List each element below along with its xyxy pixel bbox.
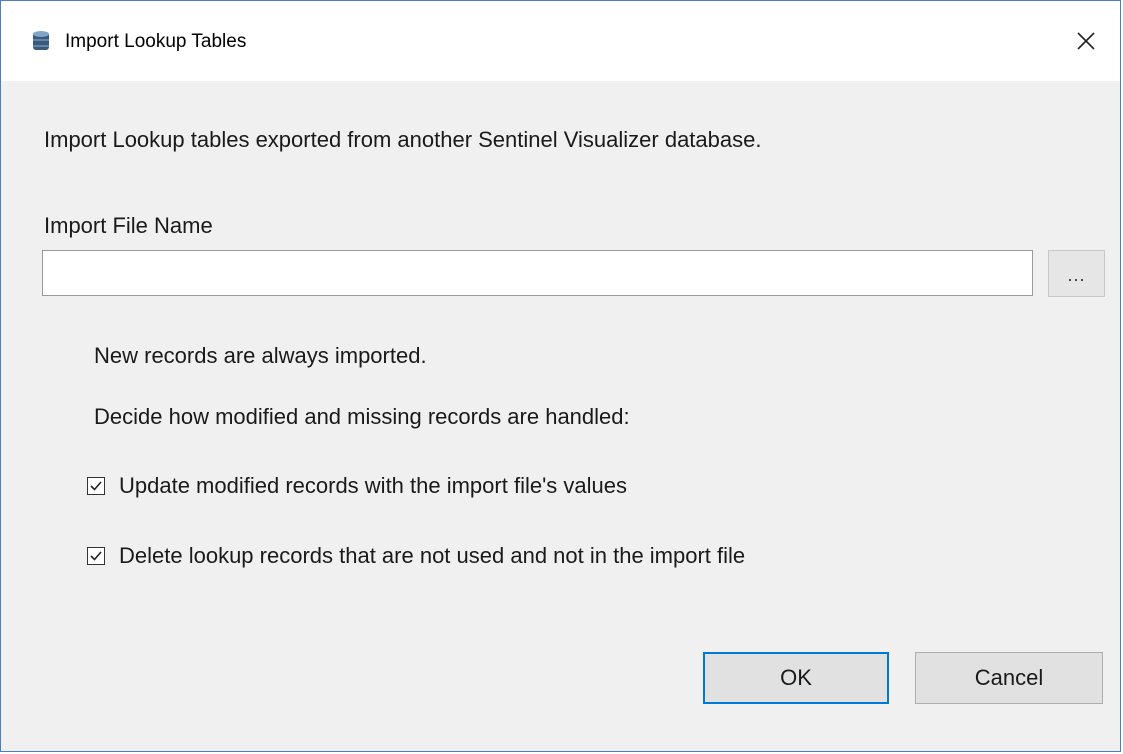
import-file-label: Import File Name [44,213,213,238]
title-bar: Import Lookup Tables [1,1,1120,81]
import-file-input[interactable] [42,250,1033,296]
update-modified-label: Update modified records with the import … [119,473,627,498]
delete-unused-label: Delete lookup records that are not used … [119,543,746,568]
ok-button[interactable]: OK [703,652,889,704]
cancel-button[interactable]: Cancel [915,652,1103,704]
update-modified-checkbox[interactable] [87,477,105,495]
checkmark-icon [90,481,102,491]
new-records-note: New records are always imported. [94,343,427,368]
checkmark-icon [90,551,102,561]
delete-unused-option[interactable]: Delete lookup records that are not used … [87,543,745,569]
handling-instructions: Decide how modified and missing records … [94,404,630,429]
window-title: Import Lookup Tables [65,31,247,52]
database-icon [33,31,49,50]
dialog-description: Import Lookup tables exported from anoth… [44,127,762,152]
close-icon [1077,32,1095,50]
browse-button[interactable]: ... [1048,250,1105,297]
import-lookup-dialog: Import Lookup Tables Import Lookup table… [0,0,1121,752]
close-button[interactable] [1052,1,1120,81]
delete-unused-checkbox[interactable] [87,547,105,565]
update-modified-option[interactable]: Update modified records with the import … [87,473,627,499]
